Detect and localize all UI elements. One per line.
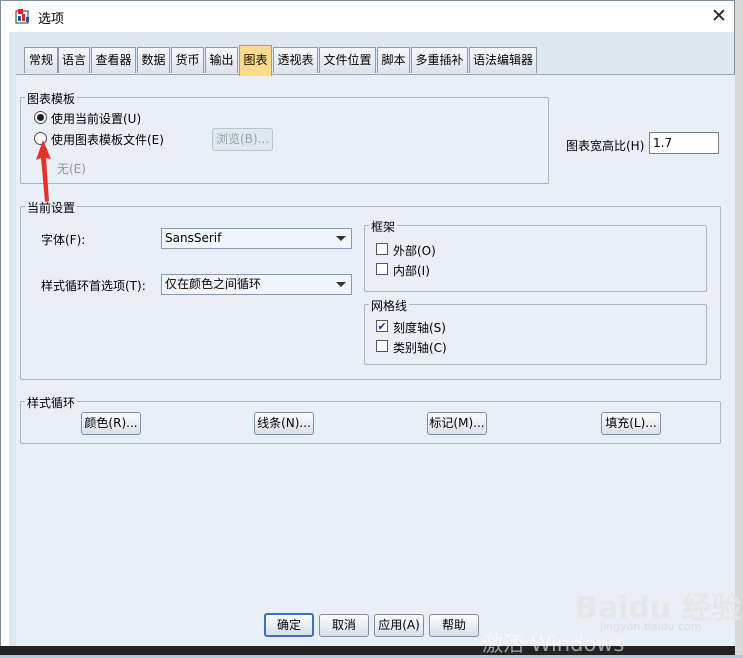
tab-file-locations[interactable]: 文件位置 [319,47,376,73]
title-bar[interactable]: 选项 ✕ [1,1,734,32]
help-button[interactable]: 帮助 [429,614,479,637]
chart-template-legend: 图表模板 [25,90,78,107]
cancel-button[interactable]: 取消 [319,614,369,637]
inner-frame-label[interactable]: 内部(I) [393,262,430,279]
chevron-down-icon [336,236,346,241]
scale-axis-checkbox[interactable]: ✔ [376,320,388,332]
tab-pivot-tables[interactable]: 透视表 [273,47,318,73]
ok-button[interactable]: 确定 [264,613,314,637]
chevron-down-icon [336,282,346,287]
scale-axis-label[interactable]: 刻度轴(S) [393,319,446,336]
taskbar-strip [0,646,735,655]
category-axis-label[interactable]: 类别轴(C) [393,339,447,356]
font-label: 字体(F): [41,233,86,247]
activate-windows-watermark: 激活 Windows [482,632,625,656]
use-template-file-label[interactable]: 使用图表模板文件(E) [51,131,164,148]
markers-button[interactable]: 标记(M)... [427,412,487,435]
gridlines-legend: 网格线 [369,297,410,314]
aspect-ratio-label: 图表宽高比(H) [566,139,645,153]
close-button[interactable]: ✕ [707,5,731,27]
outer-frame-checkbox[interactable] [376,243,388,255]
tab-scripts[interactable]: 脚本 [377,47,410,73]
fills-button[interactable]: 填充(L)... [601,412,661,435]
annotation-arrow-icon [36,140,51,202]
tab-language[interactable]: 语言 [58,47,90,73]
colors-button[interactable]: 颜色(R)... [81,412,141,435]
style-cycle-label: 样式循环首选项(T): [41,279,146,293]
apply-button[interactable]: 应用(A) [374,614,424,637]
font-dropdown-value: SansSerif [165,231,222,245]
tab-currency[interactable]: 货币 [171,47,204,73]
outer-frame-label[interactable]: 外部(O) [393,242,436,259]
use-current-settings-label[interactable]: 使用当前设置(U) [51,110,141,127]
template-file-value: 无(E) [57,162,86,176]
tab-viewer[interactable]: 查看器 [91,47,136,73]
lines-button[interactable]: 线条(N)... [254,412,314,435]
font-dropdown[interactable]: SansSerif [161,228,352,249]
use-current-settings-radio[interactable] [34,111,47,124]
window-title: 选项 [38,12,65,27]
browse-button[interactable]: 浏览(B)... [212,128,273,151]
tab-multiple-imputations[interactable]: 多重插补 [411,47,468,73]
style-cycle-dropdown[interactable]: 仅在颜色之间循环 [161,274,352,295]
tab-syntax-editor[interactable]: 语法编辑器 [469,47,537,73]
tab-data[interactable]: 数据 [137,47,170,73]
inner-frame-checkbox[interactable] [376,263,388,275]
tab-charts[interactable]: 图表 [239,45,272,76]
tab-general[interactable]: 常规 [24,47,58,73]
spss-app-icon [15,8,31,24]
style-cycles-legend: 样式循环 [25,394,78,411]
tab-output[interactable]: 输出 [205,47,238,73]
category-axis-checkbox[interactable] [376,340,388,352]
aspect-ratio-input[interactable]: 1.7 [649,132,719,154]
style-cycle-dropdown-value: 仅在颜色之间循环 [165,277,262,291]
frame-legend: 框架 [369,218,398,235]
background-window-strip [735,0,743,655]
